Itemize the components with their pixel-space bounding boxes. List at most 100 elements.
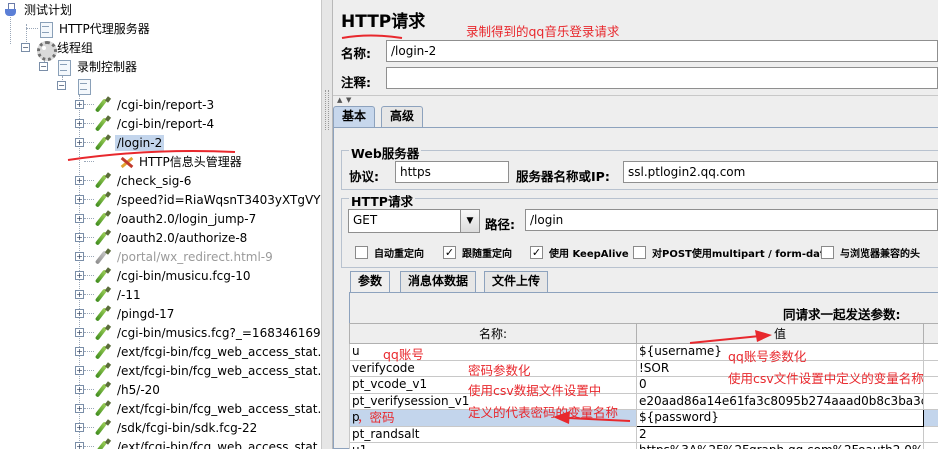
tree-node-sampler[interactable]: /ext/fcgi-bin/fcg_web_access_stat.fcg <box>96 342 322 361</box>
http-sampler-icon <box>96 211 112 227</box>
table-row[interactable]: pt_verifysession_v1 e20aad86a14e61fa3c809… <box>349 392 938 410</box>
tab-advanced[interactable]: 高级 <box>381 106 424 127</box>
expand-toggle-icon[interactable]: + <box>75 100 84 109</box>
param-encode-cell[interactable] <box>923 392 938 410</box>
server-name-field[interactable]: ssl.ptlogin2.qq.com <box>623 161 938 183</box>
auto-redirect-checkbox[interactable]: 自动重定向 <box>355 245 424 260</box>
tree-node-proxy-server[interactable]: HTTP代理服务器 <box>38 19 152 38</box>
expand-toggle-icon[interactable]: + <box>75 233 84 242</box>
param-value-cell[interactable]: https%3A%2F%2Fgraph.qq.com%2Foauth2.0%2 <box>636 442 924 449</box>
tree-node-label: /ext/fcgi-bin/fcg_web_access_stat.fcg <box>117 439 322 449</box>
expand-toggle-icon[interactable]: + <box>75 404 84 413</box>
tree-node-sampler[interactable]: /ext/fcgi-bin/fcg_web_access_stat.fcg <box>96 437 322 449</box>
param-encode-cell[interactable] <box>923 409 938 427</box>
keepalive-checkbox[interactable]: ✓ 使用 KeepAlive <box>530 245 629 260</box>
expand-toggle-icon[interactable]: + <box>75 385 84 394</box>
multipart-checkbox[interactable]: 对POST使用multipart / form-data <box>633 245 831 260</box>
tree-node-sampler[interactable]: /oauth2.0/authorize-8 <box>96 228 249 247</box>
tab-basic[interactable]: 基本 <box>333 106 376 127</box>
tab-files-upload[interactable]: 文件上传 <box>484 271 549 292</box>
expand-toggle-icon[interactable]: + <box>75 290 84 299</box>
expand-toggle-icon[interactable]: + <box>75 442 84 449</box>
expand-toggle-icon[interactable]: + <box>75 423 84 432</box>
tree-node-sampler[interactable]: /h5/-20 <box>96 380 162 399</box>
tree-node-label: /ext/fcgi-bin/fcg_web_access_stat.fcg <box>117 344 322 359</box>
collapse-down-icon[interactable]: ▼ <box>346 96 351 104</box>
tree-node-sampler[interactable]: /pingd-17 <box>96 304 176 323</box>
param-name-cell[interactable]: pt_randsalt <box>349 425 637 443</box>
param-encode-cell[interactable] <box>923 359 938 377</box>
tree-node-label: /cgi-bin/report-3 <box>117 97 215 112</box>
protocol-field[interactable]: https <box>395 161 509 183</box>
expand-toggle-icon[interactable]: + <box>75 271 84 280</box>
comment-field[interactable] <box>386 67 938 89</box>
tree-node-sampler[interactable]: /speed?id=RiaWqsnT3403yXTgVY&u <box>96 190 321 209</box>
expand-toggle-icon[interactable]: + <box>75 176 84 185</box>
tree-node-sampler[interactable]: /sdk/fcgi-bin/sdk.fcg-22 <box>96 418 259 437</box>
tree-node-recording-controller[interactable]: 录制控制器 <box>56 57 139 76</box>
param-value-cell[interactable]: 2 <box>636 425 924 443</box>
collapse-toggle-icon[interactable]: − <box>21 43 30 52</box>
expand-toggle-icon[interactable]: + <box>75 309 84 318</box>
tree-node-test-plan[interactable]: 测试计划 <box>3 0 74 19</box>
checkbox-checked-icon[interactable]: ✓ <box>443 246 456 259</box>
expand-toggle-icon[interactable]: + <box>75 328 84 337</box>
expand-toggle-icon[interactable]: + <box>75 252 84 261</box>
checkbox-checked-icon[interactable]: ✓ <box>530 246 543 259</box>
splitter-grip[interactable] <box>325 90 329 130</box>
table-row[interactable]: pt_randsalt 2 <box>349 425 938 443</box>
expand-toggle-icon[interactable]: + <box>75 214 84 223</box>
tree-node-sampler[interactable]: /portal/wx_redirect.html-9 <box>96 247 275 266</box>
follow-redirect-checkbox[interactable]: ✓ 跟随重定向 <box>443 245 512 260</box>
param-value-cell[interactable]: ${password} <box>636 409 924 427</box>
checkbox-box[interactable] <box>633 246 646 259</box>
param-encode-cell[interactable] <box>923 343 938 361</box>
table-row[interactable]: u ${username} <box>349 343 938 361</box>
expand-toggle-icon[interactable]: + <box>75 138 84 147</box>
panel-splitter[interactable] <box>322 0 333 449</box>
expand-toggle-icon[interactable]: + <box>75 366 84 375</box>
tree-node-sampler[interactable]: /login-2 <box>96 133 165 152</box>
param-encode-cell[interactable] <box>923 425 938 443</box>
tree-node-sampler[interactable]: /oauth2.0/login_jump-7 <box>96 209 258 228</box>
method-select[interactable]: GET ▼ <box>348 209 480 233</box>
tree-node-header-manager[interactable]: HTTP信息头管理器 <box>118 152 244 171</box>
name-field[interactable]: /login-2 <box>386 40 938 62</box>
expand-toggle-icon[interactable]: + <box>75 195 84 204</box>
tree-node-sampler[interactable]: /cgi-bin/report-3 <box>96 95 216 114</box>
tree-node-sampler[interactable]: /cgi-bin/musicu.fcg-10 <box>96 266 252 285</box>
checkbox-box[interactable] <box>355 246 368 259</box>
param-encode-cell[interactable] <box>923 376 938 394</box>
tree-node-sampler[interactable]: /ext/fcgi-bin/fcg_web_access_stat.fcg <box>96 399 321 418</box>
tree-node-sampler[interactable]: /check_sig-6 <box>96 171 193 190</box>
param-value-cell[interactable]: e20aad86a14e61fa3c8095b274aaad0b8c3ba3cc… <box>636 392 924 410</box>
collapse-bar[interactable]: ▲ ▼ <box>333 95 938 105</box>
browser-compatible-headers-checkbox[interactable]: 与浏览器兼容的头 <box>821 245 920 260</box>
param-encode-cell[interactable] <box>923 442 938 449</box>
tree-node-sampler[interactable]: /ext/fcgi-bin/fcg_web_access_stat.fcg <box>96 361 321 380</box>
path-label: 路径: <box>485 217 515 232</box>
checkbox-label: 跟随重定向 <box>462 249 512 260</box>
collapse-toggle-icon[interactable]: − <box>57 81 66 90</box>
tree-node-sampler[interactable]: /cgi-bin/report-4 <box>96 114 216 133</box>
tab-body-data[interactable]: 消息体数据 <box>400 271 477 292</box>
tree-node-thread-group[interactable]: 线程组 <box>36 38 95 61</box>
table-row[interactable]: u1https%3A%2F%2Fgraph.qq.com%2Foauth2.0%… <box>349 442 938 449</box>
param-name-cell[interactable]: u1 <box>349 442 637 449</box>
checkbox-box[interactable] <box>821 246 834 259</box>
tab-parameters[interactable]: 参数 <box>350 271 391 292</box>
expand-toggle-icon[interactable]: + <box>75 119 84 128</box>
expand-toggle-icon[interactable]: + <box>75 347 84 356</box>
tree-node-transaction-controller[interactable] <box>76 76 99 95</box>
collapse-toggle-icon[interactable]: − <box>39 62 48 71</box>
collapse-up-icon[interactable]: ▲ <box>337 96 342 104</box>
column-header-name[interactable]: 名称: <box>349 323 637 344</box>
path-field[interactable]: /login <box>525 209 938 231</box>
test-plan-tree[interactable]: 测试计划 HTTP代理服务器 − 线程组 − 录制控制器 − /cgi-bin/… <box>0 0 322 449</box>
table-row[interactable]: p ${password} <box>349 409 938 427</box>
column-header-value[interactable]: 值 <box>636 323 924 344</box>
chevron-down-icon[interactable]: ▼ <box>460 210 479 232</box>
tree-node-sampler[interactable]: /-11 <box>96 285 143 304</box>
column-header-encode[interactable]: 编 <box>923 323 938 344</box>
tree-node-sampler[interactable]: /cgi-bin/musics.fcg?_=16834616993 <box>96 323 321 342</box>
